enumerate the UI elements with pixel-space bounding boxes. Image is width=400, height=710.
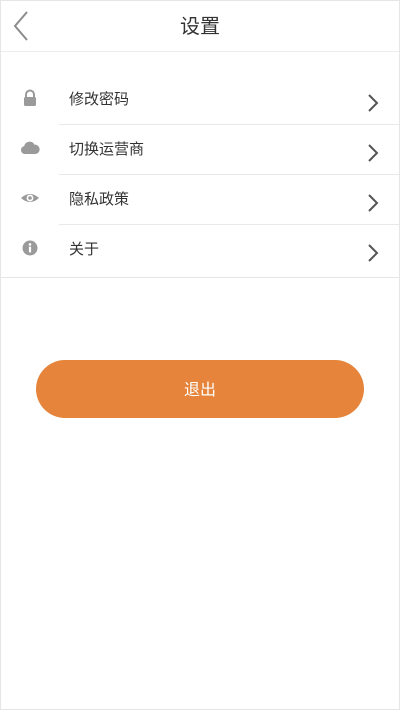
chevron-right-icon — [368, 194, 379, 212]
menu-item-label: 关于 — [69, 240, 100, 258]
settings-menu: 修改密码 切换运营商 隐私政策 关于 — [1, 75, 399, 278]
menu-item-privacy-policy[interactable]: 隐私政策 — [1, 175, 399, 225]
chevron-right-icon — [368, 244, 379, 262]
menu-item-switch-operator[interactable]: 切换运营商 — [1, 125, 399, 175]
settings-screen: 设置 修改密码 切换运营商 隐私政策 关于 退出 — [0, 0, 400, 710]
lock-icon — [24, 89, 36, 106]
menu-item-label: 隐私政策 — [69, 190, 130, 208]
page-title: 设置 — [180, 14, 220, 38]
info-icon — [22, 240, 38, 256]
menu-item-label: 切换运营商 — [69, 140, 145, 158]
cloud-icon — [20, 141, 40, 154]
logout-button[interactable]: 退出 — [36, 360, 364, 418]
chevron-right-icon — [368, 144, 379, 162]
chevron-right-icon — [368, 94, 379, 112]
eye-icon — [21, 194, 39, 202]
menu-item-change-password[interactable]: 修改密码 — [1, 75, 399, 125]
navigation-bar: 设置 — [1, 1, 399, 52]
menu-item-about[interactable]: 关于 — [1, 225, 399, 277]
menu-item-label: 修改密码 — [69, 90, 130, 108]
